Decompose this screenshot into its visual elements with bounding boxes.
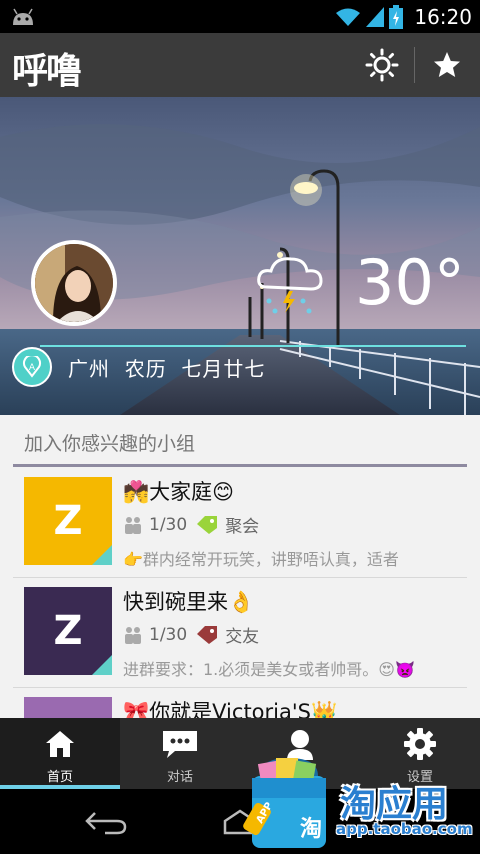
smile-emoji-icon: 😊	[212, 480, 235, 504]
bag-char: 淘	[300, 816, 322, 842]
avatar[interactable]	[31, 240, 117, 326]
location-date-text: 广州 农历 七月廿七	[68, 357, 266, 381]
group-item[interactable]: Z 快到碗里来👌 1/30 交友 进群要求：1.必须是美女或者帅哥。😍👿	[13, 578, 467, 688]
action-divider	[414, 47, 415, 83]
group-name: 💏大家庭😊	[123, 480, 235, 504]
chat-icon	[163, 731, 197, 758]
location-button[interactable]: A	[12, 347, 52, 387]
location-pin-icon: A	[23, 356, 41, 378]
ok-hand-emoji-icon: 👌	[228, 590, 255, 614]
section-divider	[13, 464, 467, 467]
wifi-icon	[336, 8, 361, 26]
group-description: 👉群内经常开玩笑，讲野唔认真，适者	[123, 550, 399, 569]
pointing-emoji-icon: 👉	[123, 550, 143, 569]
crown-emoji-icon: 👑	[310, 700, 338, 718]
member-count: 1/30	[149, 624, 188, 645]
group-description: 进群要求：1.必须是美女或者帅哥。😍👿	[123, 660, 415, 679]
back-icon	[85, 811, 127, 834]
action-bar: 呼噜	[0, 33, 480, 97]
temperature: 30°	[355, 246, 465, 319]
location-divider	[40, 345, 466, 347]
members-icon	[125, 626, 141, 644]
thunderstorm-icon	[257, 257, 323, 314]
ribbon-emoji-icon: 🎀	[123, 700, 150, 718]
group-name: 快到碗里来👌	[123, 590, 255, 614]
tag-icon	[197, 515, 218, 534]
svg-text:A: A	[29, 363, 36, 373]
status-bar: 16:20	[0, 0, 480, 33]
app-title: 呼噜	[12, 51, 82, 92]
member-count: 1/30	[149, 514, 188, 535]
back-button[interactable]	[56, 789, 156, 854]
star-icon	[434, 52, 460, 77]
group-tag: 聚会	[225, 517, 260, 537]
group-name: 🎀你就是Victoria'S👑	[123, 696, 337, 718]
clock: 16:20	[414, 4, 472, 29]
members-icon	[125, 516, 141, 534]
heart-eyes-emoji-icon: 😍	[378, 660, 395, 679]
android-icon	[13, 8, 33, 25]
couple-emoji-icon: 💏	[123, 480, 150, 504]
battery-icon	[389, 4, 404, 29]
weather-header: 30° A 广州 农历 七月廿七	[0, 97, 480, 415]
group-item[interactable]: Z 💏大家庭😊 1/30 聚会 👉群内经常开玩笑，讲野唔认真，适者	[13, 468, 467, 578]
home-icon	[46, 731, 74, 757]
favorites-button[interactable]	[416, 33, 478, 97]
brightness-button[interactable]	[351, 33, 413, 97]
signal-icon	[366, 6, 385, 27]
devil-emoji-icon: 👿	[394, 660, 415, 679]
watermark-url: app.taobao.com	[336, 820, 473, 838]
tab-chat[interactable]: 对话	[120, 718, 240, 789]
user-photo	[35, 244, 113, 322]
section-title: 加入你感兴趣的小组	[24, 433, 196, 455]
group-item[interactable]: Z 🎀你就是Victoria'S👑	[13, 688, 467, 718]
group-thumbnail: Z	[24, 477, 112, 565]
group-thumbnail: Z	[24, 587, 112, 675]
tab-home[interactable]: 首页	[0, 718, 120, 789]
tag-icon	[197, 625, 218, 644]
group-thumbnail: Z	[24, 697, 112, 718]
group-meta: 1/30 聚会	[123, 512, 259, 537]
group-meta: 1/30 交友	[123, 622, 259, 647]
group-tag: 交友	[225, 627, 260, 647]
groups-section: 加入你感兴趣的小组 Z 💏大家庭😊 1/30 聚会 👉群内经常开玩笑，讲野唔认真…	[0, 415, 480, 718]
sun-icon	[365, 48, 399, 82]
